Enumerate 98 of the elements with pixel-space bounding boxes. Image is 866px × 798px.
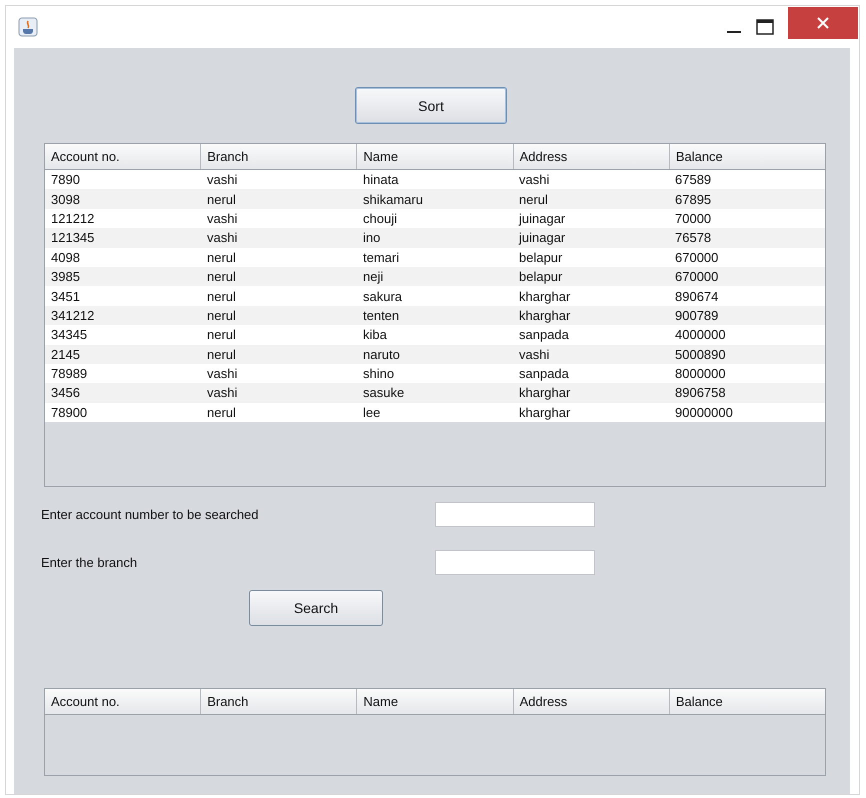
table-cell: 3098 xyxy=(51,192,80,207)
table-cell: nerul xyxy=(207,288,236,304)
table-cell: 70000 xyxy=(675,210,712,226)
table-cell: 670000 xyxy=(675,250,718,265)
table-cell: belapur xyxy=(519,250,562,265)
table-cell: nerul xyxy=(519,192,548,207)
table-cell: vashi xyxy=(207,230,238,246)
table-row[interactable]: 34345 nerul kiba sanpada 4000000 xyxy=(45,325,825,345)
table-cell: 4000000 xyxy=(675,327,726,342)
table-cell: hinata xyxy=(363,172,398,188)
table-row[interactable]: 341212 nerul tenten kharghar 900789 xyxy=(45,306,825,326)
table-cell: temari xyxy=(363,250,400,265)
sort-button[interactable]: Sort xyxy=(355,87,507,124)
column-header[interactable]: Account no. xyxy=(45,144,202,169)
table-cell: shikamaru xyxy=(363,192,423,207)
table-row[interactable]: 78900 nerul lee kharghar 90000000 xyxy=(45,402,825,422)
field-label: Enter account number to be searched xyxy=(41,507,260,522)
table-cell: 670000 xyxy=(675,269,718,284)
input-field[interactable] xyxy=(435,550,595,575)
column-header[interactable]: Name xyxy=(357,144,514,169)
table-cell: juinagar xyxy=(519,210,566,226)
table-cell: vashi xyxy=(207,385,238,400)
table-cell: 8906758 xyxy=(675,385,726,400)
table-cell: 34345 xyxy=(51,327,88,342)
table-cell: juinagar xyxy=(519,230,566,246)
table-cell: 3456 xyxy=(51,385,80,400)
table-cell: sasuke xyxy=(363,385,404,400)
maximize-icon[interactable] xyxy=(756,19,774,35)
table-cell: 3451 xyxy=(51,288,80,304)
table-cell: kharghar xyxy=(519,288,570,304)
table-cell: 78989 xyxy=(51,366,88,382)
table-cell: belapur xyxy=(519,269,562,284)
table-cell: 890674 xyxy=(675,288,718,304)
table-cell: 8000000 xyxy=(675,366,726,382)
column-header[interactable]: Balance xyxy=(670,689,826,714)
table-cell: kharghar xyxy=(519,385,570,400)
table-cell: ino xyxy=(363,230,380,246)
table-cell: 341212 xyxy=(51,308,94,323)
table-cell: 2145 xyxy=(51,346,80,362)
table-cell: kiba xyxy=(363,327,387,342)
column-header[interactable]: Address xyxy=(514,144,670,169)
table-cell: 76578 xyxy=(675,230,712,246)
table-cell: 7890 xyxy=(51,172,80,188)
table-cell: shino xyxy=(363,366,394,382)
table-cell: 121212 xyxy=(51,210,94,226)
table-row[interactable]: 3985 nerul neji belapur 670000 xyxy=(45,266,825,286)
table-row[interactable]: 4098 nerul temari belapur 670000 xyxy=(45,248,825,267)
table-cell: vashi xyxy=(207,210,238,226)
table-cell: 4098 xyxy=(51,250,80,265)
table-cell: nerul xyxy=(207,250,236,265)
table-cell: nerul xyxy=(207,269,236,284)
table-row[interactable]: 3451 nerul sakura kharghar 890674 xyxy=(45,286,825,306)
column-header[interactable]: Account no. xyxy=(45,689,202,714)
table-cell: nerul xyxy=(207,308,236,323)
table-cell: 90000000 xyxy=(675,404,733,420)
table-row[interactable]: 121345 vashi ino juinagar 76578 xyxy=(45,228,825,248)
table-cell: sakura xyxy=(363,288,402,304)
column-header[interactable]: Branch xyxy=(201,689,358,714)
close-icon xyxy=(817,17,829,29)
column-header[interactable]: Balance xyxy=(670,144,826,169)
table-row[interactable]: 78989 vashi shino sanpada 8000000 xyxy=(45,364,825,384)
table-cell: 78900 xyxy=(51,404,88,420)
input-field[interactable] xyxy=(435,502,595,527)
table-cell: vashi xyxy=(207,172,238,188)
table-cell: 67589 xyxy=(675,172,712,188)
table-cell: nerul xyxy=(207,346,236,362)
column-header[interactable]: Address xyxy=(514,689,670,714)
table-cell: 5000890 xyxy=(675,346,726,362)
table-cell: neji xyxy=(363,269,384,284)
table-cell: naruto xyxy=(363,346,400,362)
table-cell: nerul xyxy=(207,327,236,342)
table-cell: chouji xyxy=(363,210,397,226)
table-row[interactable]: 3456 vashi sasuke kharghar 8906758 xyxy=(45,383,825,403)
field-label: Enter the branch xyxy=(41,555,138,570)
table-row[interactable]: 2145 nerul naruto vashi 5000890 xyxy=(45,344,825,364)
search-button[interactable]: Search xyxy=(249,590,383,626)
table-cell: vashi xyxy=(519,172,550,188)
table-cell: sanpada xyxy=(519,366,569,382)
column-header[interactable]: Branch xyxy=(201,144,358,169)
table-cell: 67895 xyxy=(675,192,712,207)
table-cell: nerul xyxy=(207,192,236,207)
table-cell: lee xyxy=(363,404,380,420)
table-cell: 900789 xyxy=(675,308,718,323)
table-cell: nerul xyxy=(207,404,236,420)
table-row[interactable]: 7890 vashi hinata vashi 67589 xyxy=(45,170,825,190)
table-cell: kharghar xyxy=(519,308,570,323)
table-cell: vashi xyxy=(519,346,550,362)
table-row[interactable]: 121212 vashi chouji juinagar 70000 xyxy=(45,208,825,228)
table-cell: 121345 xyxy=(51,230,94,246)
table-cell: tenten xyxy=(363,308,400,323)
column-header[interactable]: Name xyxy=(357,689,514,714)
table-cell: 3985 xyxy=(51,269,80,284)
cup-icon xyxy=(18,17,38,37)
table-cell: kharghar xyxy=(519,404,570,420)
table-cell: sanpada xyxy=(519,327,569,342)
table-row[interactable]: 3098 nerul shikamaru nerul 67895 xyxy=(45,189,825,209)
close-button[interactable] xyxy=(788,7,858,39)
table-cell: vashi xyxy=(207,366,238,382)
